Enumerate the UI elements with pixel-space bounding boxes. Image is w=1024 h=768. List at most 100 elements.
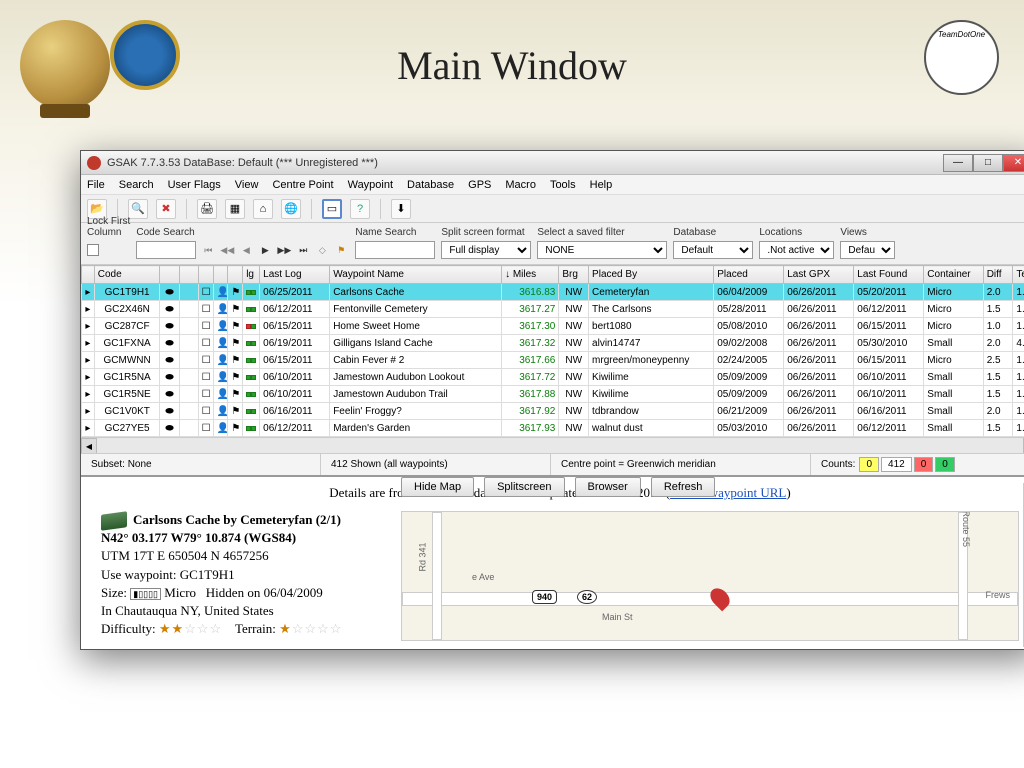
col-header[interactable] <box>160 266 179 284</box>
code-search-input[interactable] <box>136 241 196 259</box>
col-header[interactable] <box>228 266 243 284</box>
database-select[interactable]: Default <box>673 241 753 259</box>
col-header[interactable] <box>179 266 198 284</box>
nav-first-button[interactable]: ⏮ <box>200 242 216 258</box>
saved-filter-select[interactable]: NONE <box>537 241 667 259</box>
table-row[interactable]: ▸GC2X46N⬬☐👤⚑06/12/2011Fentonville Cemete… <box>82 301 1024 318</box>
split-screen-label: Split screen format <box>441 227 531 238</box>
nav-prev-button[interactable]: ◀ <box>238 242 254 258</box>
splitscreen-button[interactable]: Splitscreen <box>484 477 564 497</box>
globe-decoration <box>20 20 110 110</box>
views-select[interactable]: Default <box>840 241 895 259</box>
col-header[interactable]: Last GPX <box>784 266 854 284</box>
nav-nextpage-button[interactable]: ▶▶ <box>276 242 292 258</box>
menu-gps[interactable]: GPS <box>468 179 491 191</box>
menu-file[interactable]: File <box>87 179 105 191</box>
lock-first-checkbox[interactable] <box>87 244 99 256</box>
menu-help[interactable]: Help <box>590 179 613 191</box>
titlebar-text: GSAK 7.7.3.53 DataBase: Default (*** Unr… <box>107 157 943 169</box>
menu-macro[interactable]: Macro <box>505 179 536 191</box>
delete-icon[interactable]: ✖ <box>156 199 176 219</box>
home-icon[interactable]: ⌂ <box>253 199 273 219</box>
nav-clear-button[interactable]: ◇ <box>314 242 330 258</box>
menu-user-flags[interactable]: User Flags <box>168 179 221 191</box>
table-row[interactable]: ▸GC287CF⬬☐👤⚑06/15/2011Home Sweet Home361… <box>82 318 1024 335</box>
col-header[interactable]: Placed <box>714 266 784 284</box>
col-header[interactable]: Brg <box>559 266 589 284</box>
col-header[interactable] <box>82 266 95 284</box>
scroll-left-button[interactable]: ◀ <box>81 438 97 453</box>
export-icon[interactable]: ⬇ <box>391 199 411 219</box>
col-header[interactable]: Last Found <box>854 266 924 284</box>
split-screen-select[interactable]: Full display <box>441 241 531 259</box>
cache-location: In Chautauqua NY, United States <box>101 602 391 620</box>
col-header[interactable] <box>198 266 213 284</box>
col-header[interactable]: Diff <box>983 266 1013 284</box>
nav-last-button[interactable]: ⏭ <box>295 242 311 258</box>
app-icon <box>87 156 101 170</box>
database-label: Database <box>673 227 753 238</box>
table-row[interactable]: ▸GCMWNN⬬☐👤⚑06/15/2011Cabin Fever # 23617… <box>82 352 1024 369</box>
minimize-button[interactable]: — <box>943 154 973 172</box>
status-subset: Subset: None <box>81 454 321 475</box>
code-search-label: Code Search <box>136 227 349 238</box>
globe-icon[interactable]: 🌐 <box>281 199 301 219</box>
name-search-input[interactable] <box>355 241 435 259</box>
cache-size: Size: ▮▯▯▯▯ Micro Hidden on 06/04/2009 <box>101 584 391 602</box>
table-row[interactable]: ▸GC1V0KT⬬☐👤⚑06/16/2011Feelin' Froggy?361… <box>82 403 1024 420</box>
detail-pane: Details are from the offline database la… <box>81 475 1024 649</box>
table-row[interactable]: ▸GC1T9H1⬬☐👤⚑06/25/2011Carlsons Cache3616… <box>82 284 1024 301</box>
refresh-button[interactable]: Refresh <box>651 477 716 497</box>
table-row[interactable]: ▸GC1R5NE⬬☐👤⚑06/10/2011Jamestown Audubon … <box>82 386 1024 403</box>
menubar: File Search User Flags View Centre Point Wayp… <box>81 175 1024 195</box>
map-panel[interactable]: Rd 341 e Ave Main St Frews g Route 55 94… <box>401 511 1019 641</box>
col-header[interactable]: Ter <box>1013 266 1024 284</box>
print-icon[interactable]: 🖨 <box>197 199 217 219</box>
slide-title: Main Window <box>397 42 627 89</box>
horizontal-scrollbar[interactable]: ◀ ▶ <box>81 437 1024 453</box>
col-header[interactable] <box>213 266 228 284</box>
teamdotone-badge <box>924 20 999 95</box>
map-road-341: Rd 341 <box>418 542 428 571</box>
menu-waypoint[interactable]: Waypoint <box>348 179 393 191</box>
menu-centre-point[interactable]: Centre Point <box>272 179 333 191</box>
nav-flag-button[interactable]: ⚑ <box>333 242 349 258</box>
col-header[interactable]: lg <box>243 266 260 284</box>
nav-next-button[interactable]: ▶ <box>257 242 273 258</box>
preview-icon[interactable]: 🔍 <box>128 199 148 219</box>
statusbar: Subset: None 412 Shown (all waypoints) C… <box>81 453 1024 475</box>
saved-filter-label: Select a saved filter <box>537 227 667 238</box>
map-shield-940: 940 <box>532 590 557 604</box>
map-label-frews: Frews <box>986 590 1011 600</box>
col-header[interactable]: Last Log <box>260 266 330 284</box>
close-button[interactable]: ✕ <box>1003 154 1024 172</box>
count-box: 0 <box>914 457 934 472</box>
nav-prevpage-button[interactable]: ◀◀ <box>219 242 235 258</box>
map-pin <box>707 585 734 612</box>
menu-view[interactable]: View <box>235 179 259 191</box>
table-row[interactable]: ▸GC1R5NA⬬☐👤⚑06/10/2011Jamestown Audubon … <box>82 369 1024 386</box>
col-header[interactable]: Waypoint Name <box>330 266 502 284</box>
col-header[interactable]: Placed By <box>589 266 714 284</box>
cache-waypoint: Use waypoint: GC1T9H1 <box>101 566 391 584</box>
grid-icon[interactable]: ▦ <box>225 199 245 219</box>
locations-select[interactable]: .Not active <box>759 241 834 259</box>
col-header[interactable]: Container <box>924 266 983 284</box>
help-icon[interactable]: ? <box>350 199 370 219</box>
browser-button[interactable]: Browser <box>575 477 641 497</box>
menu-search[interactable]: Search <box>119 179 154 191</box>
table-row[interactable]: ▸GC27YE5⬬☐👤⚑06/12/2011Marden's Garden361… <box>82 420 1024 437</box>
col-header[interactable]: Code <box>94 266 160 284</box>
main-toolbar: 📂 🔍 ✖ 🖨 ▦ ⌂ 🌐 ▭ ? ⬇ <box>81 195 1024 223</box>
menu-database[interactable]: Database <box>407 179 454 191</box>
lock-first-label: Lock First Column <box>87 216 130 238</box>
col-header[interactable]: ↓ Miles <box>502 266 559 284</box>
count-box: 0 <box>859 457 879 472</box>
calendar-icon[interactable]: ▭ <box>322 199 342 219</box>
table-row[interactable]: ▸GC1FXNA⬬☐👤⚑06/19/2011Gilligans Island C… <box>82 335 1024 352</box>
hide-map-button[interactable]: Hide Map <box>401 477 474 497</box>
cache-details: Carlsons Cache by Cemeteryfan (2/1) N42°… <box>101 511 391 641</box>
titlebar[interactable]: GSAK 7.7.3.53 DataBase: Default (*** Unr… <box>81 151 1024 175</box>
maximize-button[interactable]: □ <box>973 154 1003 172</box>
menu-tools[interactable]: Tools <box>550 179 576 191</box>
